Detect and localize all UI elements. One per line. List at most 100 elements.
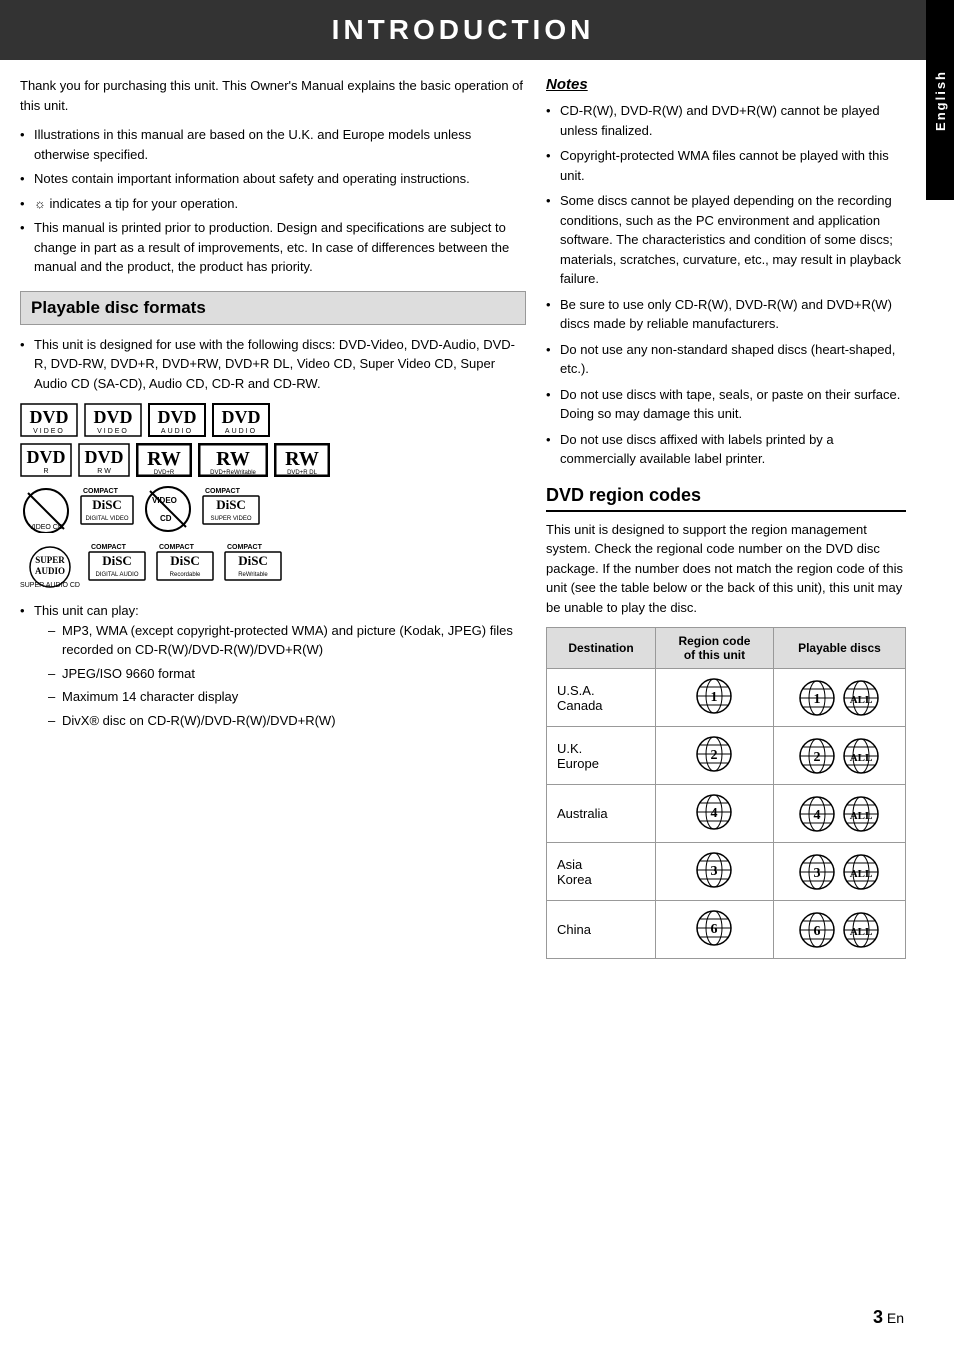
svg-text:R W: R W (97, 468, 111, 475)
disc-formats-text: This unit is designed for use with the f… (20, 335, 526, 394)
dest-australia: Australia (547, 785, 656, 843)
svg-text:Recordable: Recordable (170, 572, 201, 578)
region-table: Destination Region codeof this unit Play… (546, 627, 906, 959)
dvdplus-rw-logo: RW DVD+ReWritable (198, 443, 268, 477)
table-row: U.S.A.Canada 1 (547, 669, 906, 727)
dest-asia: AsiaKorea (547, 843, 656, 901)
svg-text:DIGITAL AUDIO: DIGITAL AUDIO (95, 572, 138, 578)
svg-text:DIGITAL VIDEO: DIGITAL VIDEO (85, 516, 128, 522)
notes-list: CD-R(W), DVD-R(W) and DVD+R(W) cannot be… (546, 101, 906, 469)
notes-section: Notes CD-R(W), DVD-R(W) and DVD+R(W) can… (546, 76, 906, 469)
playable-uk: 2 ALL (773, 727, 905, 785)
svg-text:COMPACT: COMPACT (83, 488, 119, 495)
playable-asia: 3 ALL (773, 843, 905, 901)
region-code-uk: 2 (656, 727, 774, 785)
svg-text:RW: RW (216, 448, 250, 470)
can-play-sub-1: MP3, WMA (except copyright-protected WMA… (48, 621, 526, 660)
svg-text:ALL: ALL (850, 868, 873, 880)
page-num-bold: 3 (873, 1307, 883, 1327)
svg-text:COMPACT: COMPACT (227, 544, 263, 551)
svg-text:AUDIO: AUDIO (161, 428, 193, 435)
logo-row-3: VIDEO CD COMPACT DiSC DIGITAL VIDEO (20, 483, 526, 533)
right-column: Notes CD-R(W), DVD-R(W) and DVD+R(W) can… (546, 76, 906, 959)
region-code-usa: 1 (656, 669, 774, 727)
intro-opening: Thank you for purchasing this unit. This… (20, 76, 526, 115)
notes-item-5: Do not use any non-standard shaped discs… (546, 340, 906, 379)
video-cd-logo: VIDEO CD (20, 483, 72, 533)
svg-text:DiSC: DiSC (102, 553, 132, 568)
svg-text:DVD+R DL: DVD+R DL (287, 470, 318, 476)
svg-text:SUPER: SUPER (35, 555, 65, 565)
dest-china: China (547, 901, 656, 959)
intro-bullet-4: This manual is printed prior to producti… (20, 218, 526, 277)
svg-text:DVD: DVD (27, 447, 66, 467)
page-header: INTRODUCTION (0, 0, 926, 60)
table-row: Australia 4 (547, 785, 906, 843)
svg-text:RW: RW (285, 448, 319, 470)
svg-text:AUDIO: AUDIO (35, 566, 65, 576)
table-row: China 6 (547, 901, 906, 959)
svg-text:SUPER AUDIO CD: SUPER AUDIO CD (20, 582, 80, 589)
table-row: U.K.Europe 2 (547, 727, 906, 785)
dvd-audio-logo-1: DVD AUDIO (148, 403, 206, 437)
svg-text:DiSC: DiSC (92, 497, 122, 512)
svg-text:ReWritable: ReWritable (238, 572, 268, 578)
dvd-region-codes-section: DVD region codes This unit is designed t… (546, 485, 906, 960)
can-play-section: This unit can play: MP3, WMA (except cop… (20, 601, 526, 730)
can-play-sub-3: Maximum 14 character display (48, 687, 526, 707)
svg-text:2: 2 (711, 748, 718, 763)
svg-text:DVD: DVD (94, 407, 133, 427)
dvdplus-r-logo: RW DVD+R (136, 443, 192, 477)
page-num-suffix: En (887, 1310, 904, 1326)
svg-text:ALL: ALL (850, 752, 873, 764)
table-header-row: Destination Region codeof this unit Play… (547, 628, 906, 669)
svg-text:VIDEO: VIDEO (97, 428, 129, 435)
col-destination: Destination (547, 628, 656, 669)
page-number: 3 En (873, 1307, 904, 1328)
compact-disc-digital-audio: COMPACT DiSC DIGITAL AUDIO (86, 539, 148, 589)
notes-item-3: Some discs cannot be played depending on… (546, 191, 906, 289)
svg-text:DVD: DVD (222, 407, 261, 427)
svg-text:6: 6 (711, 922, 718, 937)
side-tab-label: English (933, 70, 948, 131)
can-play-sub-4: DivX® disc on CD-R(W)/DVD-R(W)/DVD+R(W) (48, 711, 526, 731)
svg-text:2: 2 (814, 750, 821, 765)
logo-row-2: DVD R DVD R W RW DVD+R (20, 443, 526, 477)
super-audio-cd-logo: SUPER AUDIO SUPER AUDIO CD (20, 539, 80, 589)
intro-bullet-2: Notes contain important information abou… (20, 169, 526, 189)
table-row: AsiaKorea 3 (547, 843, 906, 901)
intro-bullet-1: Illustrations in this manual are based o… (20, 125, 526, 164)
dvd-video-logo-2: DVD VIDEO (84, 403, 142, 437)
svg-text:DVD: DVD (85, 447, 124, 467)
region-code-asia: 3 (656, 843, 774, 901)
notes-item-2: Copyright-protected WMA files cannot be … (546, 146, 906, 185)
svg-text:DVD+R: DVD+R (154, 470, 175, 476)
dvd-audio-logo-2: DVD AUDIO (212, 403, 270, 437)
svg-text:COMPACT: COMPACT (91, 544, 127, 551)
svg-text:3: 3 (814, 866, 821, 881)
svg-text:1: 1 (814, 692, 821, 707)
compact-disc-digital-video: COMPACT DiSC DIGITAL VIDEO (78, 483, 136, 533)
svg-text:1: 1 (711, 690, 718, 705)
svg-text:SUPER VIDEO: SUPER VIDEO (210, 516, 251, 522)
svg-text:R: R (43, 468, 48, 475)
playable-disc-formats-title: Playable disc formats (31, 298, 515, 318)
dvdplus-r-dl-logo: RW DVD+R DL (274, 443, 330, 477)
svg-text:3: 3 (711, 864, 718, 879)
disc-logos-section: DVD VIDEO DVD VIDEO DVD AUDIO (20, 403, 526, 589)
can-play-outer-list: This unit can play: MP3, WMA (except cop… (20, 601, 526, 730)
logo-row-4: SUPER AUDIO SUPER AUDIO CD COMPACT DiSC … (20, 539, 526, 589)
can-play-item: This unit can play: MP3, WMA (except cop… (20, 601, 526, 730)
notes-title: Notes (546, 76, 906, 93)
svg-text:4: 4 (711, 806, 718, 821)
svg-text:COMPACT: COMPACT (159, 544, 195, 551)
left-column: Thank you for purchasing this unit. This… (20, 76, 526, 959)
svg-text:ALL: ALL (850, 926, 873, 938)
dvd-region-codes-title: DVD region codes (546, 485, 906, 512)
svg-text:DVD: DVD (158, 407, 197, 427)
playable-disc-formats-heading: Playable disc formats (20, 291, 526, 325)
video-cd-slash-logo: VIDEO CD (142, 483, 194, 533)
svg-text:ALL: ALL (850, 810, 873, 822)
svg-text:DVD+ReWritable: DVD+ReWritable (210, 470, 256, 476)
dest-usa: U.S.A.Canada (547, 669, 656, 727)
